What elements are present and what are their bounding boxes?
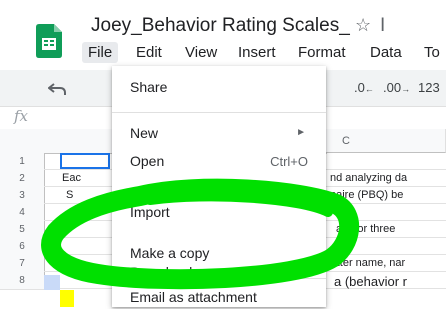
menu-separator [112,112,326,113]
select-all-corner[interactable] [0,129,45,154]
row-number[interactable]: 7 [0,255,45,273]
cell-text[interactable]: ata for three [336,223,446,235]
menu-item-label: New [130,125,159,141]
menu-item-open[interactable]: Open Ctrl+O [112,146,326,176]
selected-cell[interactable] [60,153,110,169]
menu-item-label: Open [130,153,165,169]
decrease-decimal-label: .0 [354,80,365,95]
submenu-arrow-icon: ► [296,127,306,138]
menu-file[interactable]: File [82,42,119,63]
menu-item-email-as-attachment[interactable]: Email as attachment [112,279,326,309]
star-icon[interactable]: ☆ [355,15,371,36]
menu-item-new[interactable]: New ► [112,118,326,148]
shortcut-label: Ctrl+O [270,154,308,169]
menu-data[interactable]: Data [370,44,402,61]
col-header-a[interactable] [44,129,61,154]
cell-text[interactable]: a (behavior r [334,274,446,289]
menu-item-label: Share [130,79,168,95]
more-formats-button[interactable]: 123 [418,80,440,95]
cell-text[interactable]: nd analyzing da [330,172,446,184]
menu-item-label: Download [130,264,193,280]
cell-text[interactable]: naire (PBQ) be [330,189,446,201]
increase-decimal-label: .00 [383,80,402,95]
cell-text[interactable]: rater name, nar [330,257,446,269]
document-title[interactable]: Joey_Behavior Rating Scales_ [91,15,350,37]
highlighted-cell[interactable] [60,290,74,307]
menu-format[interactable]: Format [298,44,346,61]
menu-item-label: Import [130,204,170,220]
row-number[interactable]: 4 [0,204,45,222]
menu-edit[interactable]: Edit [136,44,162,61]
row-number[interactable]: 3 [0,187,45,205]
cell-text[interactable]: Eac [62,172,110,184]
cell-text[interactable]: S [66,189,110,201]
row-number[interactable]: 5 [0,221,45,239]
row-number[interactable]: 6 [0,238,45,256]
fx-icon: fx [14,107,29,125]
decrease-decimal-button[interactable]: .0← [354,80,374,95]
header: Joey_Behavior Rating Scales_ ☆ I File Ed… [0,0,446,70]
menu-view[interactable]: View [185,44,217,61]
row-number[interactable]: 1 [0,153,45,171]
undo-icon[interactable] [47,82,66,101]
menu-item-import[interactable]: Import [112,204,326,236]
row-number[interactable]: 2 [0,170,45,188]
file-menu-dropdown: Share New ► Open Ctrl+O Import Make a co… [112,66,326,307]
menu-item-label: Email as attachment [130,289,257,305]
highlighted-cell[interactable] [44,275,60,290]
col-header-c[interactable]: C [326,129,446,153]
increase-decimal-button[interactable]: .00→ [383,80,410,95]
sheets-logo-icon[interactable] [36,24,62,58]
menu-tools[interactable]: To [424,44,440,61]
folder-icon[interactable]: I [380,15,400,41]
menu-item-share[interactable]: Share [112,72,326,102]
row-number[interactable]: 8 [0,272,45,290]
menu-insert[interactable]: Insert [238,44,276,61]
